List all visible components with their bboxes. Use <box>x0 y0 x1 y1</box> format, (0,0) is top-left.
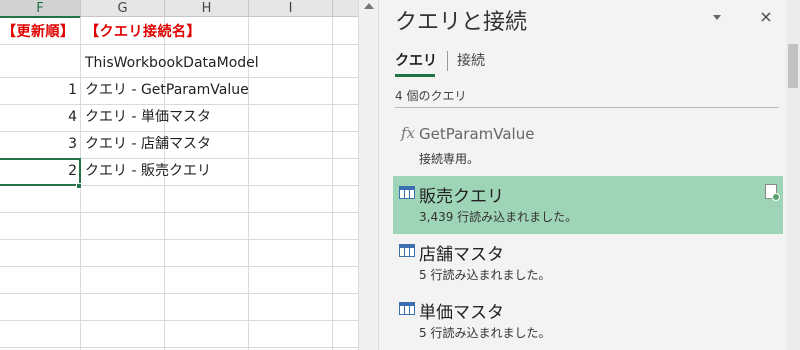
cell-query-name[interactable]: クエリ - 販売クエリ <box>81 158 211 184</box>
scroll-up-arrow-icon[interactable] <box>364 3 374 9</box>
column-header-h[interactable]: H <box>165 0 249 17</box>
cell-update-order[interactable]: 4 <box>0 104 80 130</box>
query-name: 販売クエリ <box>419 187 504 207</box>
query-name: 単価マスタ <box>419 303 504 323</box>
fx-icon: fx <box>401 124 416 142</box>
tab-divider <box>447 51 448 71</box>
cell-query-name[interactable]: クエリ - 店舗マスタ <box>81 131 211 157</box>
spreadsheet-grid[interactable]: F G H I 【更新順】 【クエリ接続名】 ThisWorkbookDataM… <box>0 0 358 350</box>
query-name: 店舗マスタ <box>419 245 504 265</box>
cell-query-name[interactable]: クエリ - GetParamValue <box>81 77 249 103</box>
query-status: 接続専用。 <box>419 152 480 166</box>
gridline <box>0 320 358 321</box>
tab-connections[interactable]: 接続 <box>457 50 485 70</box>
query-count: 4 個のクエリ <box>395 89 467 103</box>
divider <box>395 107 779 108</box>
column-header-row: F G H I <box>0 0 358 18</box>
gridline <box>0 347 358 348</box>
query-status: 3,439 行読み込まれました。 <box>419 210 578 224</box>
query-item-store-master[interactable]: 店舗マスタ 5 行読み込まれました。 <box>393 234 783 292</box>
table-icon <box>399 302 415 315</box>
gridline <box>0 293 358 294</box>
pane-scrollbar-thumb[interactable] <box>788 44 798 88</box>
table-icon <box>399 244 415 257</box>
gridline <box>0 212 358 213</box>
pane-title: クエリと接続 <box>395 10 528 35</box>
tab-queries[interactable]: クエリ <box>395 50 437 70</box>
gridline <box>0 266 358 267</box>
gridline <box>0 239 358 240</box>
query-item-unit-price-master[interactable]: 単価マスタ 5 行読み込まれました。 <box>393 292 783 350</box>
header-cell-query-name[interactable]: 【クエリ接続名】 <box>85 19 201 45</box>
query-status: 5 行読み込まれました。 <box>419 326 551 340</box>
query-status: 5 行読み込まれました。 <box>419 268 551 282</box>
sheet-vertical-scrollbar[interactable] <box>358 0 378 350</box>
peek-document-icon[interactable] <box>765 184 780 201</box>
column-header-g[interactable]: G <box>81 0 165 17</box>
pane-options-chevron-down-icon[interactable] <box>713 15 721 20</box>
active-tab-indicator <box>395 74 435 77</box>
cell-update-order[interactable]: 1 <box>0 77 80 103</box>
column-header-f[interactable]: F <box>0 0 81 18</box>
cell-query-name[interactable]: ThisWorkbookDataModel <box>81 50 259 76</box>
queries-connections-pane: クエリと接続 × クエリ 接続 4 個のクエリ fx GetParamValue… <box>378 0 800 350</box>
header-cell-order[interactable]: 【更新順】 <box>2 19 75 45</box>
fill-handle[interactable] <box>76 183 82 189</box>
close-icon[interactable]: × <box>759 7 773 26</box>
query-item-getparamvalue[interactable]: fx GetParamValue 接続専用。 <box>393 118 783 176</box>
cell-query-name[interactable]: クエリ - 単価マスタ <box>81 104 211 130</box>
cell-update-order[interactable]: 3 <box>0 131 80 157</box>
table-icon <box>399 186 415 199</box>
gridline <box>332 17 333 350</box>
column-header-i[interactable]: I <box>249 0 333 17</box>
active-cell-border <box>0 158 81 186</box>
pane-scrollbar[interactable] <box>786 0 800 350</box>
query-name: GetParamValue <box>419 125 535 143</box>
query-item-sales[interactable]: 販売クエリ 3,439 行読み込まれました。 <box>393 176 783 234</box>
